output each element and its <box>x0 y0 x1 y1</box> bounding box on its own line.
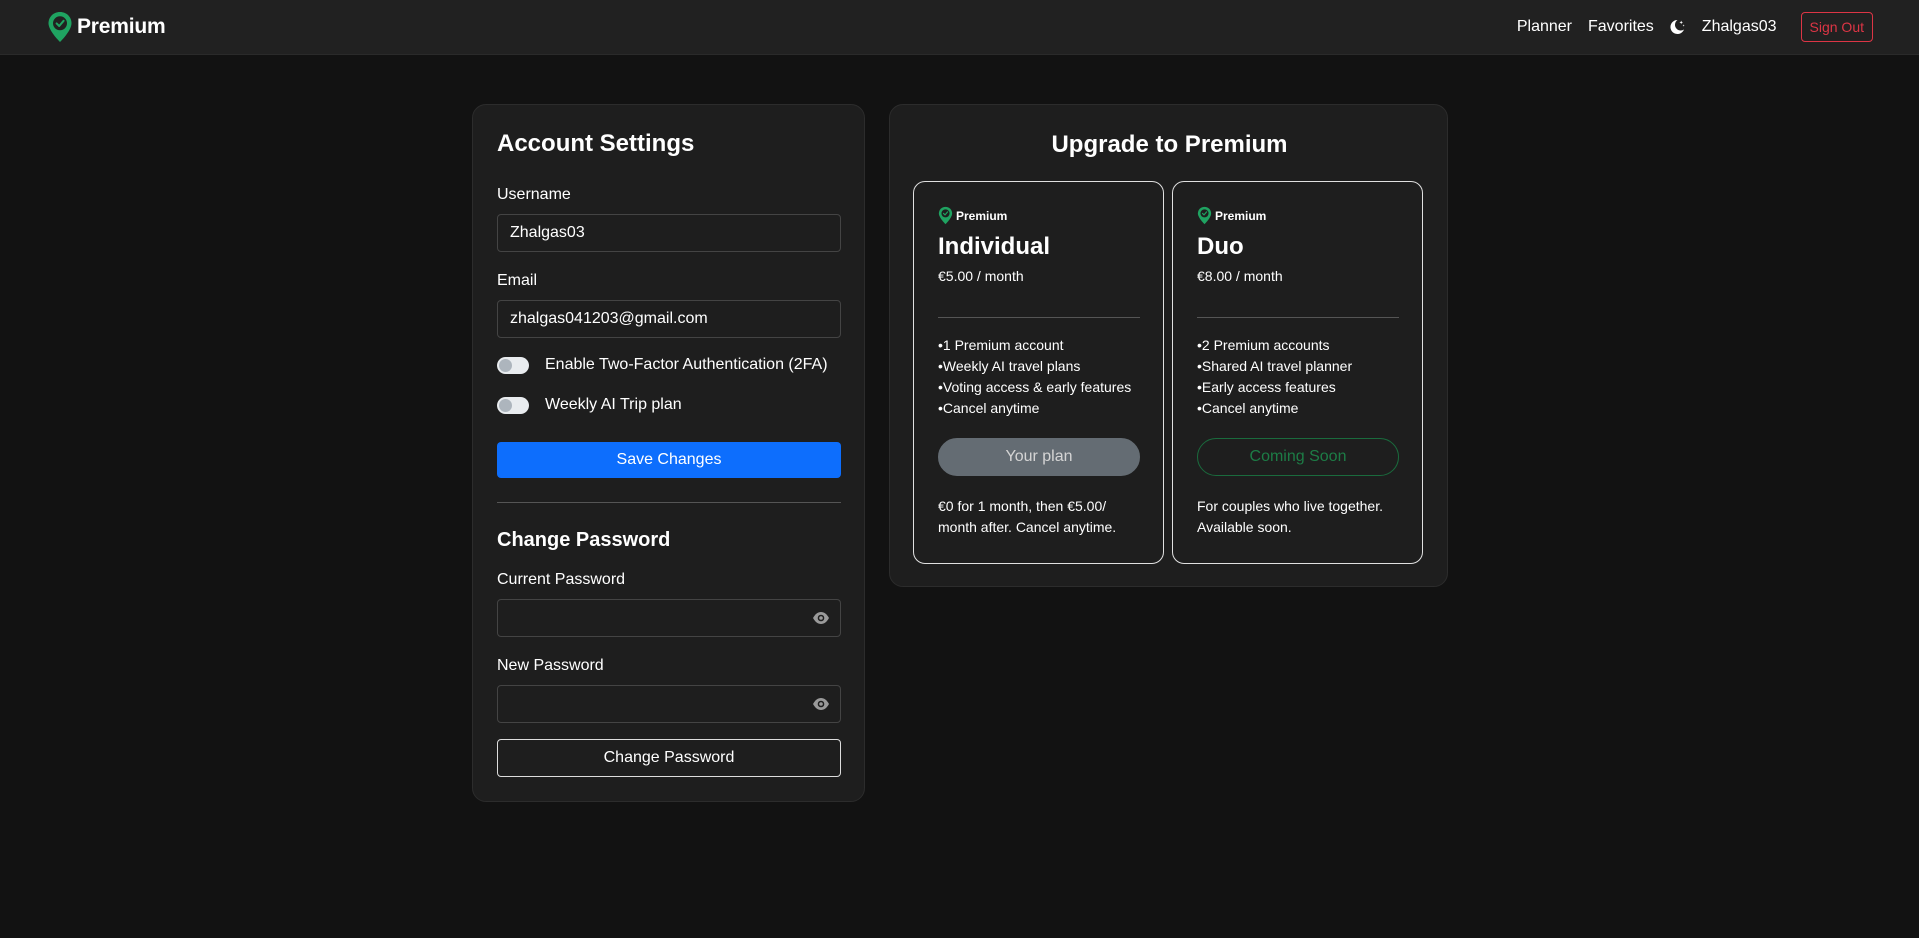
show-password-icon[interactable] <box>812 696 830 712</box>
plan-features-list: 2 Premium accounts Shared AI travel plan… <box>1197 335 1399 419</box>
moon-icon <box>1670 19 1685 34</box>
current-password-label: Current Password <box>497 571 626 588</box>
plan-note-line: month after. Cancel anytime. <box>938 519 1117 535</box>
plan-feature: Cancel anytime <box>1197 398 1399 419</box>
username-label: Username <box>497 186 571 203</box>
plan-name: Duo <box>1197 233 1244 260</box>
save-changes-button[interactable]: Save Changes <box>497 442 841 478</box>
location-check-icon <box>48 12 72 42</box>
navbar: Premium Planner Favorites Zhalgas03 Sign… <box>0 0 1919 55</box>
nav-links: Planner Favorites Zhalgas03 Sign Out <box>1517 12 1873 42</box>
weekly-plan-toggle[interactable] <box>497 396 529 414</box>
plan-note-line: For couples who live together. <box>1197 498 1383 514</box>
nav-username[interactable]: Zhalgas03 <box>1702 18 1777 36</box>
new-password-label: New Password <box>497 657 604 674</box>
upgrade-card: Upgrade to Premium Premium Individual €5… <box>889 104 1448 587</box>
username-input[interactable]: Zhalgas03 <box>497 214 841 252</box>
plan-feature: Weekly AI travel plans <box>938 356 1140 377</box>
plan-feature: 2 Premium accounts <box>1197 335 1399 356</box>
email-input[interactable]: zhalgas041203@gmail.com <box>497 300 841 338</box>
plan-brand: Premium <box>1197 206 1399 225</box>
location-check-icon <box>938 206 953 225</box>
sign-out-button[interactable]: Sign Out <box>1800 12 1873 42</box>
account-settings-card: Account Settings Username Zhalgas03 Emai… <box>472 104 865 802</box>
brand-logo[interactable]: Premium <box>47 11 166 43</box>
brand-name: Premium <box>77 15 166 38</box>
two-factor-label: Enable Two-Factor Authentication (2FA) <box>545 356 828 373</box>
theme-toggle-button[interactable] <box>1668 17 1688 37</box>
coming-soon-button[interactable]: Coming Soon <box>1197 438 1399 476</box>
plan-feature: Early access features <box>1197 377 1399 398</box>
upgrade-title: Upgrade to Premium <box>1051 131 1288 158</box>
account-settings-title: Account Settings <box>497 130 695 157</box>
plan-note-line: €0 for 1 month, then €5.00/ <box>938 498 1107 514</box>
plan-price: €8.00 / month <box>1197 268 1283 284</box>
location-check-icon <box>1197 206 1212 225</box>
plan-card-individual: Premium Individual €5.00 / month 1 Premi… <box>913 181 1164 564</box>
plan-feature: Cancel anytime <box>938 398 1140 419</box>
change-password-button[interactable]: Change Password <box>497 739 841 777</box>
weekly-plan-toggle-row: Weekly AI Trip plan <box>497 396 841 414</box>
two-factor-toggle[interactable] <box>497 356 529 374</box>
plan-brand-name: Premium <box>956 208 1008 223</box>
plan-price: €5.00 / month <box>938 268 1024 284</box>
weekly-plan-label: Weekly AI Trip plan <box>545 396 682 413</box>
plan-note: For couples who live together. Available… <box>1197 496 1399 538</box>
nav-planner-link[interactable]: Planner <box>1517 18 1572 36</box>
plan-name: Individual <box>938 233 1051 260</box>
nav-favorites-link[interactable]: Favorites <box>1588 18 1654 36</box>
plan-note: €0 for 1 month, then €5.00/ month after.… <box>938 496 1140 538</box>
new-password-input[interactable] <box>497 685 841 723</box>
change-password-title: Change Password <box>497 529 671 551</box>
section-divider <box>497 502 841 503</box>
email-label: Email <box>497 272 538 289</box>
plan-feature: Shared AI travel planner <box>1197 356 1399 377</box>
plan-divider <box>1197 317 1399 318</box>
plan-note-line: Available soon. <box>1197 519 1292 535</box>
plan-brand: Premium <box>938 206 1140 225</box>
current-password-input[interactable] <box>497 599 841 637</box>
plan-feature: 1 Premium account <box>938 335 1140 356</box>
plan-feature: Voting access & early features <box>938 377 1140 398</box>
your-plan-button[interactable]: Your plan <box>938 438 1140 476</box>
two-factor-toggle-row: Enable Two-Factor Authentication (2FA) <box>497 356 841 374</box>
plan-features-list: 1 Premium account Weekly AI travel plans… <box>938 335 1140 419</box>
plan-brand-name: Premium <box>1215 208 1267 223</box>
plan-divider <box>938 317 1140 318</box>
show-password-icon[interactable] <box>812 610 830 626</box>
plan-card-duo: Premium Duo €8.00 / month 2 Premium acco… <box>1172 181 1423 564</box>
